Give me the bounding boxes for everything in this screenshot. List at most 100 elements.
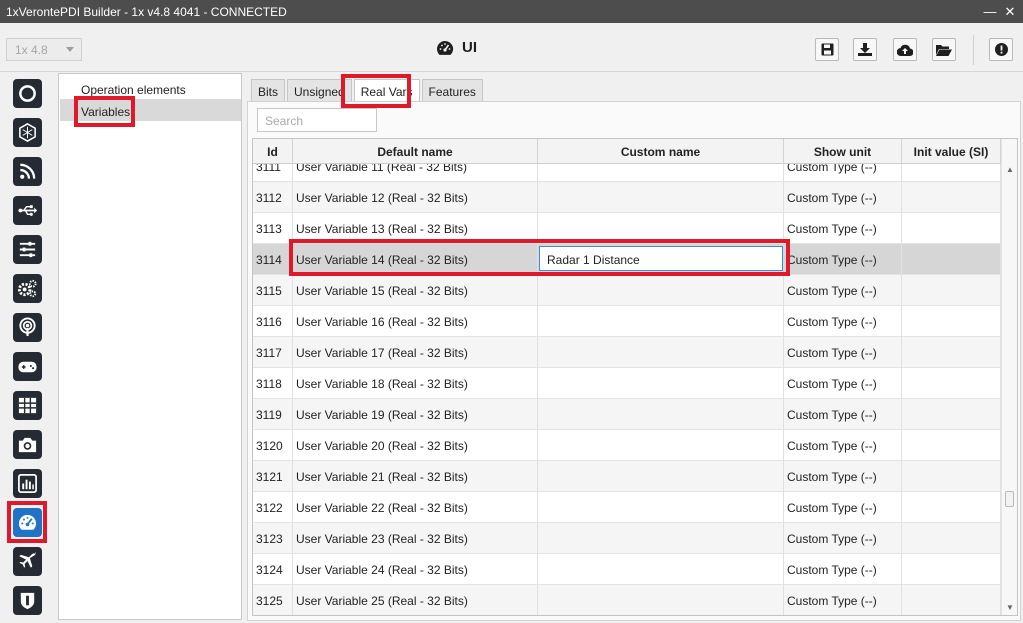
download-button[interactable]: [853, 38, 877, 61]
scroll-up-icon[interactable]: ▲: [1006, 165, 1014, 174]
sidebar-item-feeds[interactable]: [13, 157, 42, 186]
cell-custom-name[interactable]: [538, 585, 784, 615]
cell-init-value[interactable]: [902, 244, 1001, 275]
tree-item-operation-elements[interactable]: Operation elements: [60, 77, 241, 99]
cell-show-unit[interactable]: Custom Type (--): [784, 399, 902, 430]
column-header-id[interactable]: Id: [253, 139, 293, 164]
cell-custom-name[interactable]: [538, 492, 784, 523]
cell-custom-name[interactable]: [538, 461, 784, 492]
cell-custom-name[interactable]: [538, 399, 784, 430]
sidebar-item-configuration[interactable]: [13, 274, 42, 303]
cell-show-unit[interactable]: Custom Type (--): [784, 337, 902, 368]
cell-show-unit[interactable]: Custom Type (--): [784, 492, 902, 523]
column-header-default-name[interactable]: Default name: [293, 139, 538, 164]
cell-custom-name[interactable]: [538, 164, 784, 182]
cell-custom-name[interactable]: [538, 368, 784, 399]
table-row[interactable]: 3119 User Variable 19 (Real - 32 Bits) C…: [253, 399, 1001, 430]
vertical-scrollbar[interactable]: ▲ ▼: [1001, 139, 1017, 615]
table-row[interactable]: 3117 User Variable 17 (Real - 32 Bits) C…: [253, 337, 1001, 368]
cell-show-unit[interactable]: Custom Type (--): [784, 368, 902, 399]
cell-custom-name[interactable]: [538, 306, 784, 337]
table-row-selected[interactable]: 3114 User Variable 14 (Real - 32 Bits) C…: [253, 244, 1001, 275]
cell-show-unit[interactable]: Custom Type (--): [784, 585, 902, 615]
column-header-custom-name[interactable]: Custom name: [538, 139, 784, 164]
close-button[interactable]: ✕: [1003, 4, 1017, 19]
table-row[interactable]: 3122 User Variable 22 (Real - 32 Bits) C…: [253, 492, 1001, 523]
minimize-button[interactable]: —: [983, 4, 997, 19]
cell-init-value[interactable]: [902, 337, 1001, 368]
table-row[interactable]: 3121 User Variable 21 (Real - 32 Bits) C…: [253, 461, 1001, 492]
sidebar-item-matrix[interactable]: [13, 391, 42, 420]
sidebar-item-hardware[interactable]: [13, 118, 42, 147]
table-row[interactable]: 3124 User Variable 24 (Real - 32 Bits) C…: [253, 554, 1001, 585]
table-row[interactable]: 3115 User Variable 15 (Real - 32 Bits) C…: [253, 275, 1001, 306]
sidebar-item-power[interactable]: [13, 79, 42, 108]
table-row[interactable]: 3116 User Variable 16 (Real - 32 Bits) C…: [253, 306, 1001, 337]
cell-default-name: User Variable 22 (Real - 32 Bits): [293, 492, 538, 523]
sidebar-item-broadcast[interactable]: [13, 313, 42, 342]
cell-show-unit[interactable]: Custom Type (--): [784, 306, 902, 337]
sidebar-item-joystick[interactable]: [13, 352, 42, 381]
scroll-down-icon[interactable]: ▼: [1006, 603, 1014, 612]
cell-show-unit[interactable]: Custom Type (--): [784, 164, 902, 182]
cell-init-value[interactable]: [902, 554, 1001, 585]
cell-show-unit[interactable]: Custom Type (--): [784, 461, 902, 492]
cell-custom-name[interactable]: [538, 213, 784, 244]
cell-init-value[interactable]: [902, 430, 1001, 461]
table-row[interactable]: 3120 User Variable 20 (Real - 32 Bits) C…: [253, 430, 1001, 461]
sidebar-item-charts[interactable]: [13, 469, 42, 498]
save-button[interactable]: [815, 38, 839, 61]
custom-name-input[interactable]: Radar 1 Distance: [539, 246, 783, 271]
search-input[interactable]: Search: [257, 108, 377, 132]
table-row[interactable]: 3112 User Variable 12 (Real - 32 Bits) C…: [253, 182, 1001, 213]
sidebar-item-camera[interactable]: [13, 430, 42, 459]
sidebar-item-settings[interactable]: [13, 235, 42, 264]
cell-id: 3113: [253, 213, 293, 244]
tab-features[interactable]: Features: [421, 79, 483, 101]
table-row[interactable]: 3125 User Variable 25 (Real - 32 Bits) C…: [253, 585, 1001, 615]
cell-init-value[interactable]: [902, 492, 1001, 523]
cell-show-unit[interactable]: Custom Type (--): [784, 523, 902, 554]
cell-show-unit[interactable]: Custom Type (--): [784, 275, 902, 306]
cell-init-value[interactable]: [902, 585, 1001, 615]
tree-item-variables[interactable]: Variables: [60, 99, 241, 121]
sidebar-item-usb[interactable]: [13, 196, 42, 225]
tab-real-vars[interactable]: Real Vars: [353, 79, 420, 101]
cloud-upload-button[interactable]: [893, 38, 917, 61]
cell-show-unit[interactable]: Custom Type (--): [784, 182, 902, 213]
cell-init-value[interactable]: [902, 275, 1001, 306]
cell-init-value[interactable]: [902, 164, 1001, 182]
version-select[interactable]: 1x 4.8: [6, 38, 82, 61]
cell-init-value[interactable]: [902, 461, 1001, 492]
open-folder-button[interactable]: [932, 38, 956, 61]
table-row[interactable]: 3118 User Variable 18 (Real - 32 Bits) C…: [253, 368, 1001, 399]
cell-init-value[interactable]: [902, 306, 1001, 337]
cell-show-unit[interactable]: Custom Type (--): [784, 430, 902, 461]
column-header-init-value[interactable]: Init value (SI): [902, 139, 1001, 164]
sidebar-item-flight[interactable]: [13, 547, 42, 576]
scrollbar-thumb[interactable]: [1005, 491, 1014, 507]
cell-init-value[interactable]: [902, 368, 1001, 399]
cell-custom-name[interactable]: [538, 554, 784, 585]
table-row[interactable]: 3123 User Variable 23 (Real - 32 Bits) C…: [253, 523, 1001, 554]
sidebar-item-ui[interactable]: [13, 508, 42, 537]
table-row[interactable]: 3111 User Variable 11 (Real - 32 Bits) C…: [253, 164, 1001, 182]
cell-init-value[interactable]: [902, 523, 1001, 554]
table-row[interactable]: 3113 User Variable 13 (Real - 32 Bits) C…: [253, 213, 1001, 244]
cell-show-unit[interactable]: Custom Type (--): [784, 213, 902, 244]
sidebar-item-security[interactable]: [13, 586, 42, 615]
cell-init-value[interactable]: [902, 213, 1001, 244]
cell-custom-name[interactable]: [538, 523, 784, 554]
alert-button[interactable]: [989, 38, 1013, 61]
cell-custom-name[interactable]: [538, 430, 784, 461]
cell-show-unit[interactable]: Custom Type (--): [784, 244, 902, 275]
cell-custom-name[interactable]: [538, 275, 784, 306]
tab-bits[interactable]: Bits: [251, 79, 286, 101]
tab-unsigned[interactable]: Unsigned: [287, 79, 352, 101]
column-header-show-unit[interactable]: Show unit: [784, 139, 902, 164]
cell-show-unit[interactable]: Custom Type (--): [784, 554, 902, 585]
cell-init-value[interactable]: [902, 399, 1001, 430]
cell-init-value[interactable]: [902, 182, 1001, 213]
cell-custom-name[interactable]: [538, 182, 784, 213]
cell-custom-name[interactable]: [538, 337, 784, 368]
